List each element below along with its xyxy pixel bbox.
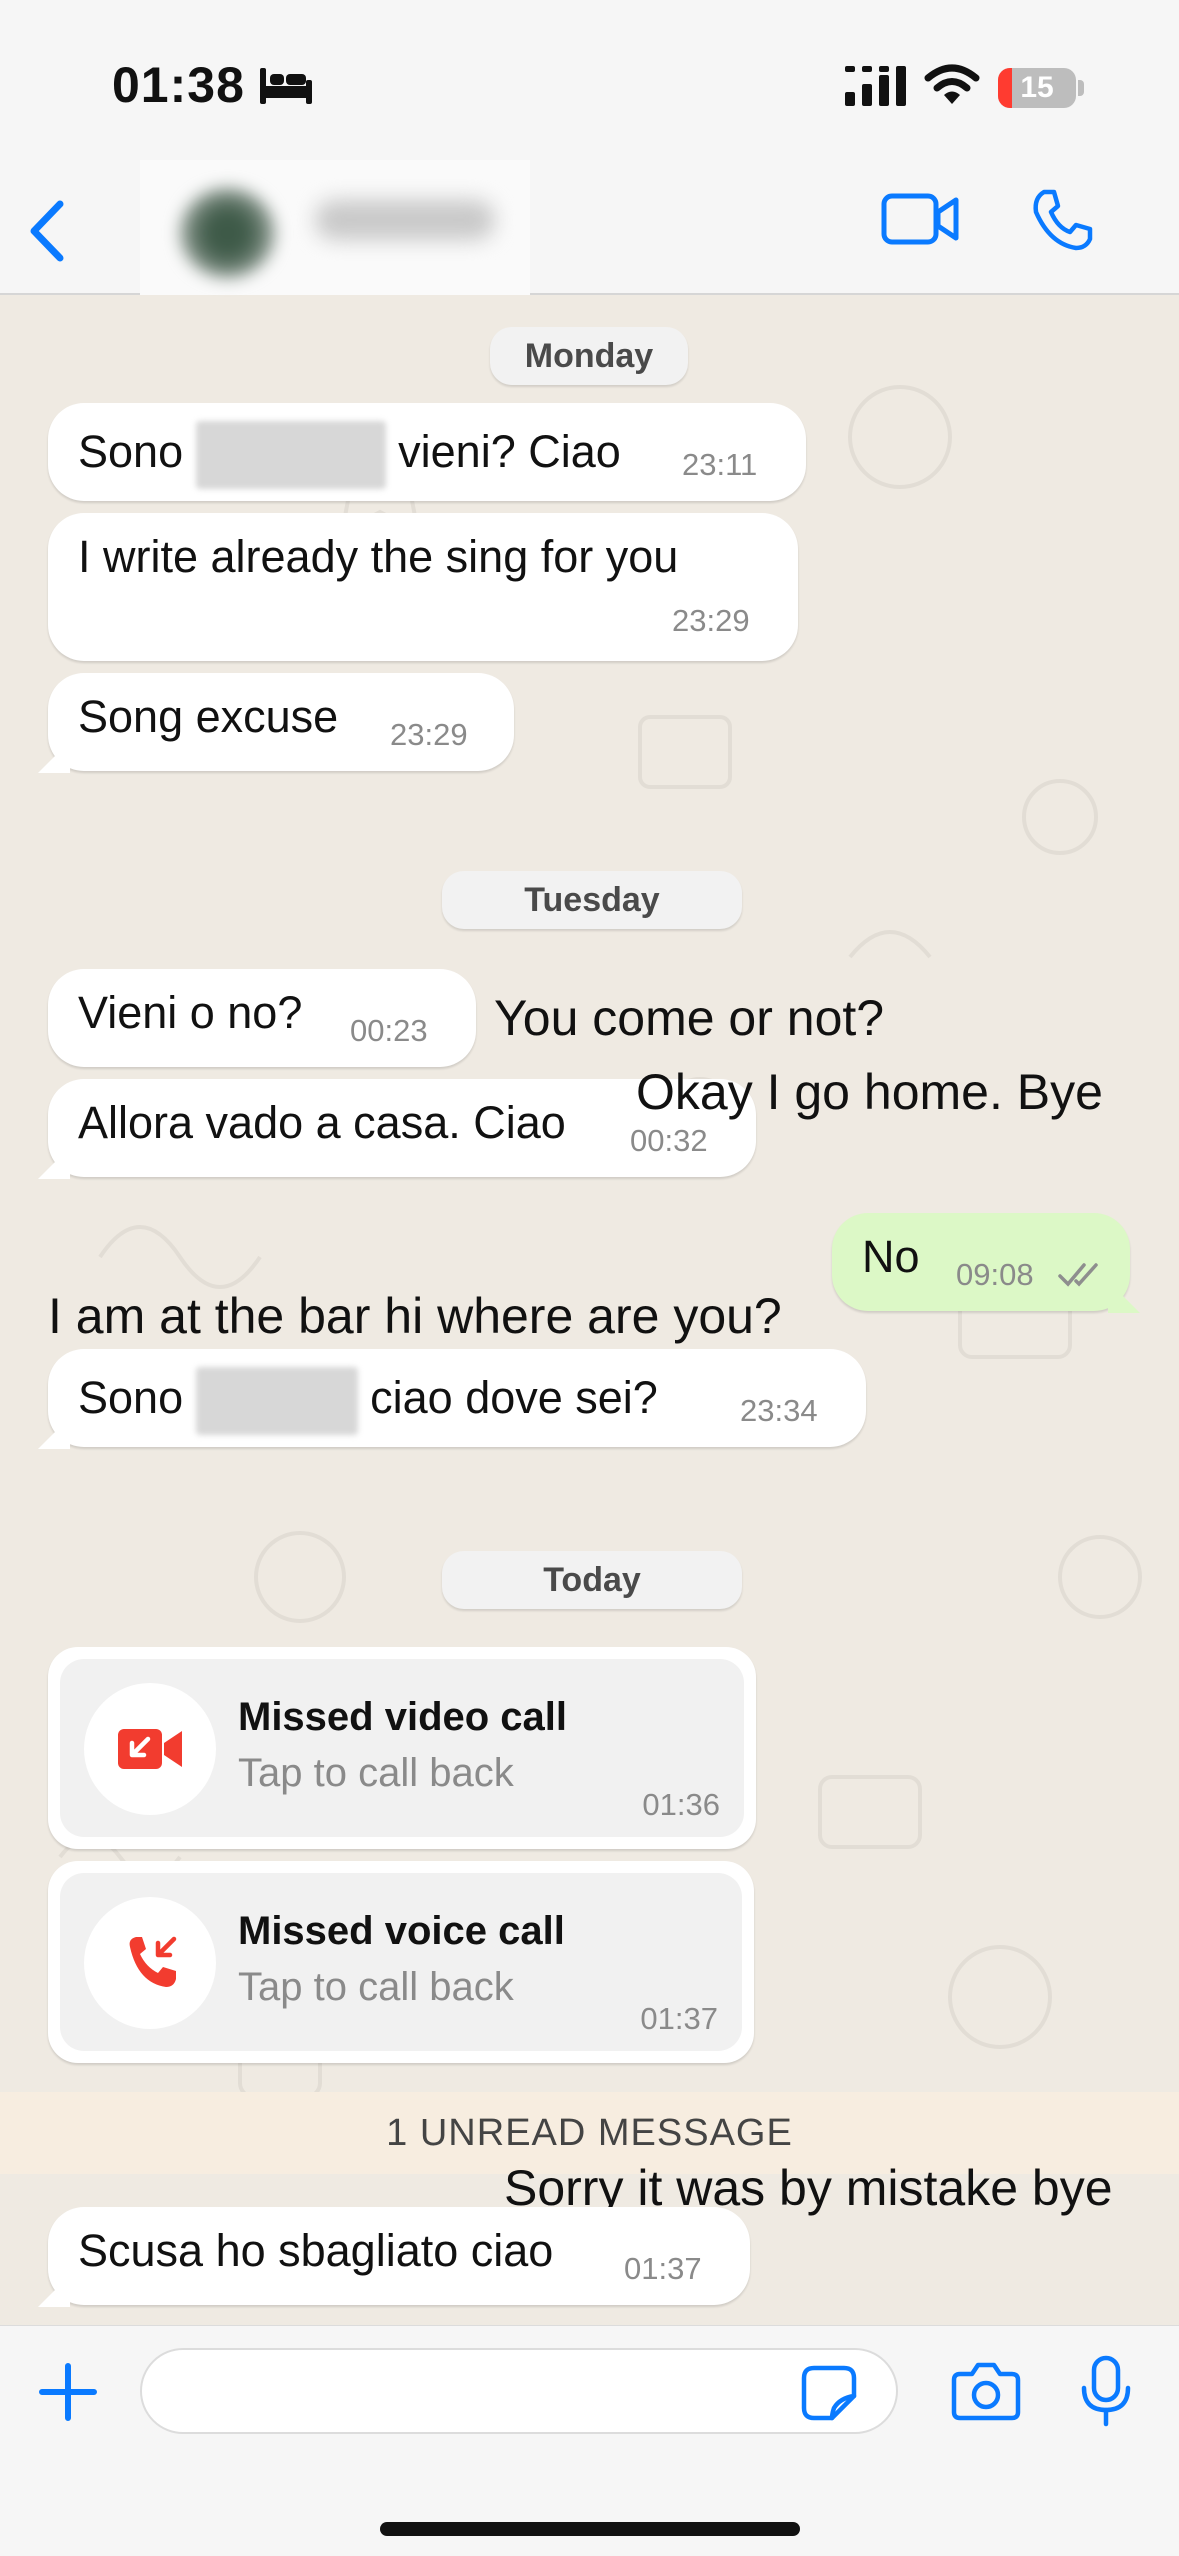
compose-bar <box>0 2325 1179 2556</box>
message-time: 01:37 <box>624 2251 702 2286</box>
microphone-icon[interactable] <box>1078 2354 1134 2430</box>
call-title: Missed voice call <box>238 1909 565 1953</box>
message-text-part: Sono <box>78 425 184 477</box>
back-chevron-icon[interactable] <box>22 196 72 266</box>
message-incoming-1[interactable]: Sono vieni? Ciao 23:11 <box>48 403 806 501</box>
message-text-part: ciao dove sei? <box>370 1371 658 1423</box>
message-input[interactable] <box>140 2348 898 2434</box>
missed-video-call[interactable]: Missed video call Tap to call back 01:36 <box>48 1647 756 1849</box>
message-incoming-7[interactable]: Scusa ho sbagliato ciao 01:37 <box>38 2207 750 2307</box>
call-subtitle[interactable]: Tap to call back <box>238 1965 514 2010</box>
redacted-name <box>195 421 386 489</box>
message-text-part: Sono <box>78 1371 184 1423</box>
redacted-name <box>195 1367 358 1435</box>
date-separator-tuesday: Tuesday <box>442 871 742 929</box>
date-separator-monday: Monday <box>490 327 688 385</box>
message-time: 00:23 <box>350 1013 428 1048</box>
message-time: 23:29 <box>390 717 468 752</box>
status-time: 01:38 <box>112 57 245 113</box>
message-incoming-4[interactable]: Vieni o no? 00:23 <box>48 969 476 1067</box>
camera-icon[interactable] <box>950 2360 1022 2422</box>
voice-call-icon[interactable] <box>1030 188 1094 252</box>
message-incoming-2[interactable]: I write already the sing for you 23:29 <box>48 513 798 661</box>
message-text: Vieni o no? <box>78 987 303 1038</box>
message-text-part: vieni? Ciao <box>398 425 621 477</box>
contact-name-redacted <box>315 200 495 240</box>
contact-avatar[interactable] <box>180 188 275 278</box>
message-text: I write already the sing for you <box>78 531 679 582</box>
wifi-icon <box>924 64 980 104</box>
message-time: 23:11 <box>682 447 758 482</box>
chat-header <box>0 160 1179 295</box>
missed-voice-call-icon <box>129 1936 177 1987</box>
sticker-icon[interactable] <box>800 2364 858 2422</box>
message-time: 09:08 <box>956 1257 1034 1292</box>
home-indicator <box>380 2522 800 2536</box>
message-time: 23:29 <box>672 603 750 638</box>
battery-level: 15 <box>1020 71 1054 104</box>
message-incoming-6[interactable]: Sono ciao dove sei? 23:34 <box>38 1349 866 1449</box>
missed-voice-call[interactable]: Missed voice call Tap to call back 01:37 <box>48 1861 754 2063</box>
message-time: 00:32 <box>630 1123 708 1158</box>
message-text: No <box>862 1231 920 1282</box>
plus-icon[interactable] <box>36 2360 100 2424</box>
message-incoming-3[interactable]: Song excuse 23:29 <box>38 673 514 773</box>
bed-icon <box>260 68 312 104</box>
message-text: Scusa ho sbagliato ciao <box>78 2225 554 2276</box>
status-bar: 01:38 15 <box>0 0 1179 160</box>
contact-info[interactable] <box>140 160 530 295</box>
message-outgoing-1[interactable]: No 09:08 <box>832 1213 1140 1313</box>
call-time: 01:36 <box>642 1787 720 1822</box>
call-time: 01:37 <box>640 2001 718 2036</box>
message-text: Allora vado a casa. Ciao <box>78 1097 566 1148</box>
message-text: Song excuse <box>78 691 339 742</box>
missed-video-call-icon <box>118 1729 182 1769</box>
call-title: Missed video call <box>238 1695 568 1739</box>
annotation-translation: You come or not? <box>494 990 885 1046</box>
call-subtitle[interactable]: Tap to call back <box>238 1751 514 1796</box>
date-separator-today: Today <box>442 1551 742 1609</box>
cellular-signal-icon <box>845 66 906 106</box>
double-check-icon <box>1058 1263 1098 1287</box>
message-time: 23:34 <box>740 1393 818 1428</box>
chat-area[interactable]: Monday Sono vieni? Ciao 23:11 I write al… <box>0 297 1179 2325</box>
video-call-icon[interactable] <box>880 190 960 250</box>
annotation-translation: I am at the bar hi where are you? <box>48 1288 782 1344</box>
annotation-translation: Okay I go home. Bye <box>636 1064 1103 1120</box>
battery-icon: 15 <box>998 68 1076 108</box>
